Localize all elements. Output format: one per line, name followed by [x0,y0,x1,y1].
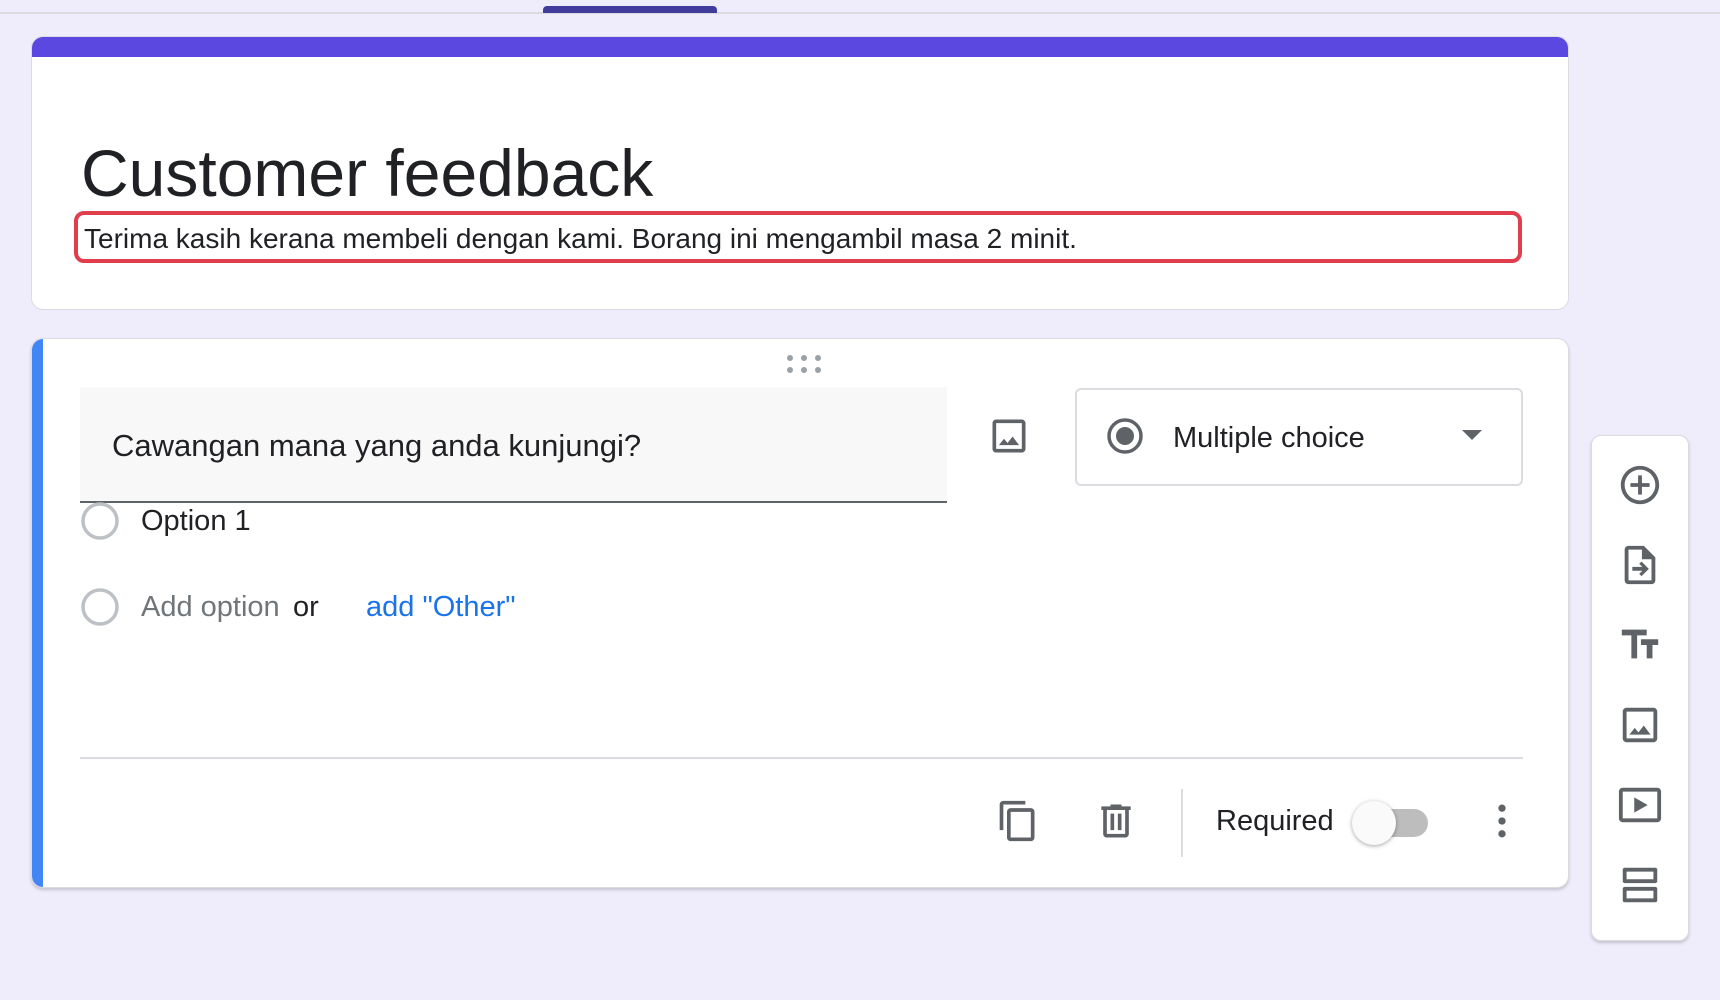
form-header-card: Customer feedback Terima kasih kerana me… [31,36,1569,310]
delete-button[interactable] [1090,797,1142,849]
question-footer-divider [80,757,1523,759]
image-icon [1617,702,1663,753]
radio-empty-icon [80,501,120,541]
option-label[interactable]: Option 1 [141,503,251,539]
form-title[interactable]: Customer feedback [81,133,653,213]
add-option-row: Add option or add "Other" [80,585,680,629]
add-image-toolbar-button[interactable] [1615,702,1665,752]
toggle-thumb [1352,801,1396,845]
active-question-bar [32,339,43,887]
add-question-button[interactable] [1615,462,1665,512]
theme-accent-bar [32,37,1568,57]
required-toggle[interactable] [1352,801,1432,845]
or-text: or [293,591,319,623]
caret-down-icon [1461,428,1483,442]
form-description[interactable]: Terima kasih kerana membeli dengan kami.… [84,223,1077,255]
duplicate-button[interactable] [992,797,1044,849]
import-questions-button[interactable] [1615,542,1665,592]
question-type-dropdown[interactable]: Multiple choice [1075,388,1523,486]
question-title-field[interactable]: Cawangan mana yang anda kunjungi? [80,387,947,503]
question-type-label: Multiple choice [1173,422,1365,454]
footer-separator [1181,789,1183,857]
more-vert-icon [1480,799,1524,848]
more-options-button[interactable] [1476,797,1528,849]
trash-icon [1094,799,1138,848]
drag-handle-icon[interactable] [784,351,824,377]
side-toolbar [1591,435,1689,941]
image-icon [987,414,1031,463]
required-label: Required [1216,805,1334,837]
add-section-button[interactable] [1615,862,1665,912]
radio-checked-icon [1105,416,1145,456]
add-option-button[interactable]: Add option [141,589,280,625]
text-format-icon [1617,622,1663,673]
add-video-button[interactable] [1615,782,1665,832]
add-title-description-button[interactable] [1615,622,1665,672]
radio-empty-icon [80,587,120,627]
video-icon [1617,782,1663,833]
header-divider [0,12,1720,14]
question-title[interactable]: Cawangan mana yang anda kunjungi? [112,426,641,466]
active-tab-indicator [543,6,717,13]
import-file-icon [1617,542,1663,593]
question-card[interactable]: Cawangan mana yang anda kunjungi? Multip… [31,338,1569,888]
add-image-button[interactable] [980,409,1038,467]
section-icon [1617,862,1663,913]
copy-icon [996,799,1040,848]
add-circle-icon [1617,462,1663,513]
add-other-link[interactable]: add "Other" [366,589,516,625]
form-description-field[interactable]: Terima kasih kerana membeli dengan kami.… [74,211,1522,263]
